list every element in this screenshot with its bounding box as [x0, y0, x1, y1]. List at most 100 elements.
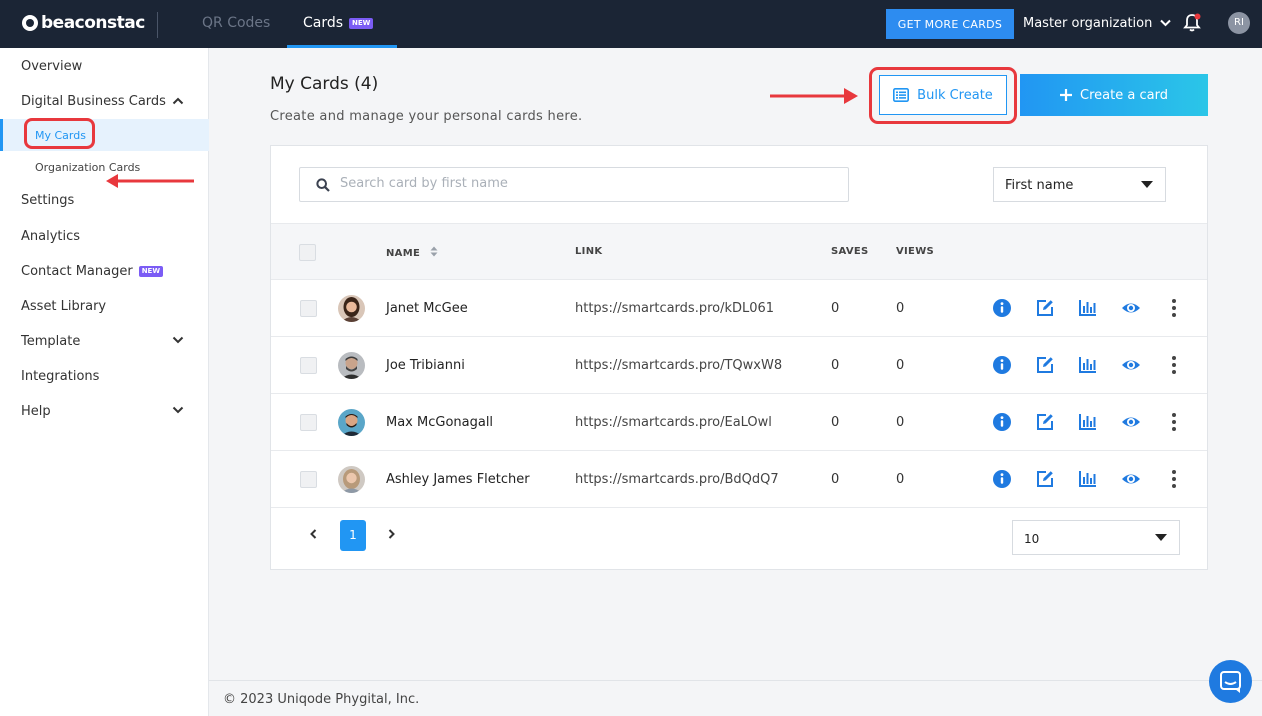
chevron-up-icon[interactable]	[172, 95, 184, 107]
create-card-button[interactable]: Create a card	[1020, 74, 1208, 116]
view-icon[interactable]	[1121, 412, 1141, 432]
list-icon	[893, 88, 910, 102]
sidebar-item-settings[interactable]: Settings	[21, 193, 74, 208]
view-icon[interactable]	[1121, 298, 1141, 318]
sidebar-item-contact-manager[interactable]: Contact Manager NEW	[21, 264, 164, 279]
edit-icon[interactable]	[1035, 469, 1055, 489]
chevron-down-icon[interactable]	[172, 404, 184, 416]
bell-icon[interactable]	[1183, 13, 1201, 33]
chat-icon	[1220, 671, 1241, 693]
page-number-current[interactable]: 1	[340, 520, 366, 551]
row-checkbox[interactable]	[300, 357, 317, 374]
info-icon[interactable]	[992, 469, 1012, 489]
more-icon[interactable]	[1164, 298, 1184, 318]
brand-logo[interactable]: beaconstac	[22, 13, 145, 33]
per-page-dropdown[interactable]: 10	[1012, 520, 1180, 555]
table-header: NAME LINK SAVES VIEWS	[271, 223, 1207, 280]
new-badge: NEW	[349, 17, 374, 29]
card-saves: 0	[831, 472, 840, 487]
column-header-views: VIEWS	[896, 246, 935, 257]
row-checkbox[interactable]	[300, 300, 317, 317]
card-views: 0	[896, 358, 905, 373]
avatar	[338, 466, 365, 493]
sidebar-item-overview[interactable]: Overview	[21, 59, 82, 74]
card-link[interactable]: https://smartcards.pro/EaLOwl	[575, 415, 772, 430]
sort-dropdown[interactable]: First name	[993, 167, 1166, 202]
user-avatar[interactable]: RI	[1228, 12, 1250, 34]
bulk-create-button[interactable]: Bulk Create	[879, 75, 1007, 115]
card-name: Janet McGee	[386, 301, 468, 316]
view-icon[interactable]	[1121, 355, 1141, 375]
card-name: Joe Tribianni	[386, 358, 465, 373]
card-link[interactable]: https://smartcards.pro/kDL061	[575, 301, 774, 316]
create-card-label: Create a card	[1080, 87, 1168, 103]
edit-icon[interactable]	[1035, 355, 1055, 375]
brand-name: beaconstac	[41, 13, 145, 33]
card-name: Max McGonagall	[386, 415, 494, 430]
more-icon[interactable]	[1164, 469, 1184, 489]
sidebar-item-help[interactable]: Help	[21, 404, 51, 419]
sidebar: Overview Digital Business Cards My Cards…	[0, 48, 209, 716]
sidebar-item-digital-business-cards[interactable]: Digital Business Cards	[21, 94, 166, 109]
table-row[interactable]: Ashley James Fletcher https://smartcards…	[271, 451, 1207, 508]
analytics-icon[interactable]	[1078, 469, 1098, 489]
search-input[interactable]	[340, 176, 820, 191]
analytics-icon[interactable]	[1078, 412, 1098, 432]
sidebar-item-asset-library[interactable]: Asset Library	[21, 299, 106, 314]
more-icon[interactable]	[1164, 412, 1184, 432]
select-all-checkbox[interactable]	[299, 244, 316, 261]
card-link[interactable]: https://smartcards.pro/TQwxW8	[575, 358, 782, 373]
sidebar-item-integrations[interactable]: Integrations	[21, 369, 99, 384]
card-views: 0	[896, 472, 905, 487]
table-row[interactable]: Max McGonagall https://smartcards.pro/Ea…	[271, 394, 1207, 451]
analytics-icon[interactable]	[1078, 298, 1098, 318]
chevron-down-icon	[1159, 19, 1171, 27]
card-views: 0	[896, 301, 905, 316]
chevron-right-icon[interactable]	[386, 526, 398, 542]
sidebar-item-organization-cards[interactable]: Organization Cards	[35, 161, 140, 174]
new-badge: NEW	[138, 266, 164, 277]
row-checkbox[interactable]	[300, 471, 317, 488]
edit-icon[interactable]	[1035, 412, 1055, 432]
info-icon[interactable]	[992, 355, 1012, 375]
highlight-box-my-cards	[24, 118, 95, 149]
chevron-down-icon[interactable]	[172, 334, 184, 346]
more-icon[interactable]	[1164, 355, 1184, 375]
column-header-name-label: NAME	[386, 248, 421, 259]
info-icon[interactable]	[992, 298, 1012, 318]
column-header-link: LINK	[575, 246, 603, 257]
tab-cards-label: Cards	[303, 15, 344, 31]
table-row[interactable]: Janet McGee https://smartcards.pro/kDL06…	[271, 280, 1207, 337]
row-checkbox[interactable]	[300, 414, 317, 431]
view-icon[interactable]	[1121, 469, 1141, 489]
search-icon	[316, 178, 330, 192]
chat-launcher[interactable]	[1209, 660, 1252, 703]
sidebar-item-analytics[interactable]: Analytics	[21, 229, 80, 244]
table-row[interactable]: Joe Tribianni https://smartcards.pro/TQw…	[271, 337, 1207, 394]
get-more-cards-button[interactable]: GET MORE CARDS	[886, 9, 1014, 39]
card-link[interactable]: https://smartcards.pro/BdQdQ7	[575, 472, 779, 487]
organization-selector[interactable]: Master organization	[1023, 16, 1171, 31]
divider	[157, 12, 158, 38]
card-saves: 0	[831, 358, 840, 373]
logo-mark-icon	[22, 15, 38, 31]
avatar	[338, 409, 365, 436]
caret-down-icon	[1141, 181, 1153, 188]
tab-qr-codes[interactable]: QR Codes	[202, 0, 270, 48]
search-box[interactable]	[299, 167, 849, 202]
pagination: 1 10	[271, 507, 1207, 570]
analytics-icon[interactable]	[1078, 355, 1098, 375]
card-saves: 0	[831, 415, 840, 430]
plus-icon	[1060, 89, 1073, 101]
sort-icon[interactable]	[430, 246, 438, 257]
page-title: My Cards (4)	[270, 74, 379, 94]
card-views: 0	[896, 415, 905, 430]
chevron-left-icon[interactable]	[307, 526, 319, 542]
card-saves: 0	[831, 301, 840, 316]
column-header-name[interactable]: NAME	[386, 246, 438, 259]
edit-icon[interactable]	[1035, 298, 1055, 318]
sidebar-item-template[interactable]: Template	[21, 334, 80, 349]
tab-cards[interactable]: Cards NEW	[287, 0, 397, 48]
info-icon[interactable]	[992, 412, 1012, 432]
annotation-arrow-left-icon	[106, 174, 194, 188]
